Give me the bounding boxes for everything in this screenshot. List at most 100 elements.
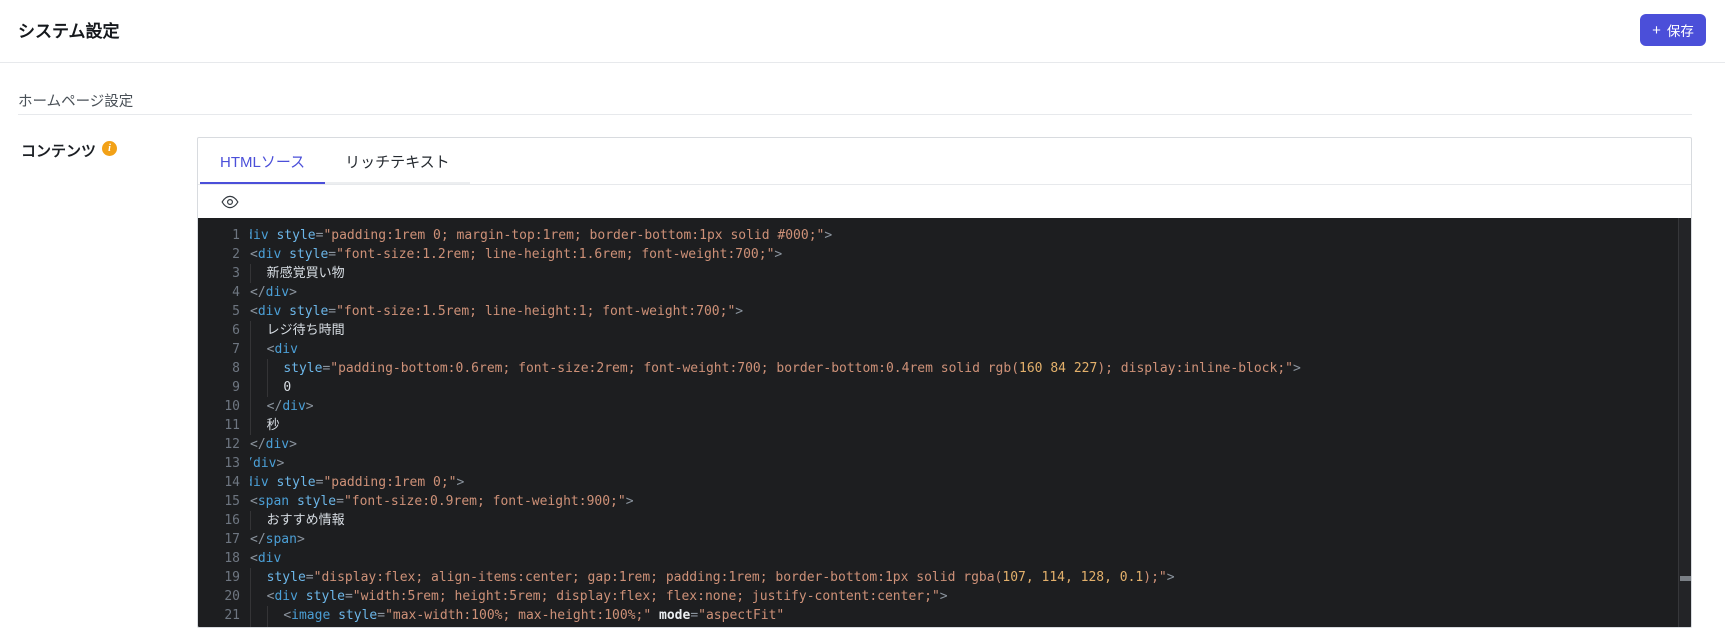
line-content: style="padding-bottom:0.6rem; font-size:… xyxy=(240,359,1301,378)
code-editor[interactable]: 1div style="padding:1rem 0; margin-top:1… xyxy=(198,218,1691,627)
line-content: <span style="font-size:0.9rem; font-weig… xyxy=(250,494,634,509)
code-line[interactable]: 6 レジ待ち時間 xyxy=(198,321,1691,340)
content-editor-panel: HTMLソース リッチテキスト 1div style="padding:1rem… xyxy=(197,137,1692,628)
code-line[interactable]: 11 秒 xyxy=(198,416,1691,435)
line-content: </span> xyxy=(250,532,305,547)
line-content: <div xyxy=(250,551,282,566)
line-number: 1 xyxy=(232,228,240,243)
plus-icon: + xyxy=(1652,21,1661,39)
indent-guide xyxy=(250,606,267,625)
line-content: div style="padding:1rem 0; margin-top:1r… xyxy=(240,226,832,245)
code-line[interactable]: 22 src="https://cbu-fnt-store-bucket-int… xyxy=(198,625,1691,627)
tab-rich-text[interactable]: リッチテキスト xyxy=(325,138,470,184)
code-line[interactable]: 7 <div xyxy=(198,340,1691,359)
save-button-label: 保存 xyxy=(1666,24,1694,39)
eye-icon xyxy=(221,195,239,208)
line-number: 3 xyxy=(232,266,240,281)
page-title: システム設定 xyxy=(18,22,120,41)
line-content: </div> xyxy=(250,437,297,452)
line-content: src="https://cbu-fnt-store-bucket-intl.a… xyxy=(240,625,1050,627)
line-content: 0 xyxy=(240,378,291,397)
code-line[interactable]: 17 </span> xyxy=(198,530,1691,549)
indent-guide xyxy=(250,587,267,606)
line-number: 7 xyxy=(232,342,240,357)
indent-guide xyxy=(266,625,284,627)
code-line[interactable]: 16 おすすめ情報 xyxy=(198,511,1691,530)
line-number: 19 xyxy=(224,570,240,585)
editor-toolbar xyxy=(198,185,1691,218)
indent-guide xyxy=(250,416,267,435)
editor-tabs: HTMLソース リッチテキスト xyxy=(198,138,1691,185)
editor-scrollbar-thumb[interactable] xyxy=(1680,576,1691,581)
code-line[interactable]: 18 <div xyxy=(198,549,1691,568)
indent-guide xyxy=(250,340,267,359)
line-content: <image style="max-width:100%; max-height… xyxy=(240,606,784,625)
line-content: style="display:flex; align-items:center;… xyxy=(240,568,1175,587)
code-line[interactable]: 8 style="padding-bottom:0.6rem; font-siz… xyxy=(198,359,1691,378)
indent-guide xyxy=(250,264,267,283)
code-line[interactable]: 19 style="display:flex; align-items:cent… xyxy=(198,568,1691,587)
line-number: 18 xyxy=(224,551,240,566)
line-content: </div> xyxy=(240,397,314,416)
indent-guide xyxy=(250,625,267,627)
system-settings-page: システム設定 + 保存 ホームページ設定 コンテンツ i HTMLソース リッチ… xyxy=(0,0,1725,644)
line-content: div style="padding:1rem 0;"> xyxy=(240,473,464,492)
line-number: 5 xyxy=(232,304,240,319)
line-number: 9 xyxy=(232,380,240,395)
line-number: 2 xyxy=(232,247,240,262)
code-line[interactable]: 13/div> xyxy=(198,454,1691,473)
line-number: 11 xyxy=(224,418,240,433)
code-line[interactable]: 12 </div> xyxy=(198,435,1691,454)
tab-html-source[interactable]: HTMLソース xyxy=(200,138,325,184)
save-button[interactable]: + 保存 xyxy=(1640,14,1706,46)
line-number: 16 xyxy=(224,513,240,528)
line-content: </div> xyxy=(250,285,297,300)
indent-guide xyxy=(250,359,267,378)
line-number: 21 xyxy=(224,608,240,623)
code-line[interactable]: 4 </div> xyxy=(198,283,1691,302)
code-line[interactable]: 2 <div style="font-size:1.2rem; line-heig… xyxy=(198,245,1691,264)
line-content: <div style="font-size:1.2rem; line-heigh… xyxy=(250,247,783,262)
code-line[interactable]: 15 <span style="font-size:0.9rem; font-we… xyxy=(198,492,1691,511)
line-content: 秒 xyxy=(240,416,280,435)
indent-guide xyxy=(250,378,267,397)
line-number: 12 xyxy=(224,437,240,452)
line-number: 17 xyxy=(224,532,240,547)
info-icon[interactable]: i xyxy=(102,141,117,156)
section-title: ホームページ設定 xyxy=(18,94,134,110)
line-number: 6 xyxy=(232,323,240,338)
line-content: <div style="font-size:1.5rem; line-heigh… xyxy=(250,304,744,319)
line-number: 15 xyxy=(224,494,240,509)
content-field-label: コンテンツ xyxy=(21,143,97,160)
editor-scrollbar[interactable] xyxy=(1678,218,1691,627)
line-content: レジ待ち時間 xyxy=(240,321,345,340)
line-number: 13 xyxy=(224,456,240,471)
line-number: 8 xyxy=(232,361,240,376)
code-line[interactable]: 10 </div> xyxy=(198,397,1691,416)
line-content: <div style="width:5rem; height:5rem; dis… xyxy=(240,587,948,606)
code-line[interactable]: 21 <image style="max-width:100%; max-hei… xyxy=(198,606,1691,625)
line-number: 14 xyxy=(224,475,240,490)
line-content: /div> xyxy=(240,454,284,473)
line-content: 新感覚買い物 xyxy=(240,264,345,283)
section-divider xyxy=(18,114,1692,115)
code-line[interactable]: 3 新感覚買い物 xyxy=(198,264,1691,283)
indent-guide xyxy=(250,397,267,416)
code-lines: 1div style="padding:1rem 0; margin-top:1… xyxy=(198,226,1691,627)
indent-guide xyxy=(266,359,284,378)
header-divider xyxy=(0,62,1725,63)
code-line[interactable]: 9 0 xyxy=(198,378,1691,397)
line-content: <div xyxy=(240,340,298,359)
line-content: おすすめ情報 xyxy=(240,511,345,530)
line-number: 22 xyxy=(210,625,240,627)
code-line[interactable]: 5 <div style="font-size:1.5rem; line-heig… xyxy=(198,302,1691,321)
preview-button[interactable] xyxy=(220,192,240,212)
code-line[interactable]: 20 <div style="width:5rem; height:5rem; … xyxy=(198,587,1691,606)
indent-guide xyxy=(250,511,267,530)
line-number: 4 xyxy=(232,285,240,300)
indent-guide xyxy=(250,568,267,587)
code-line[interactable]: 14div style="padding:1rem 0;"> xyxy=(198,473,1691,492)
line-number: 10 xyxy=(224,399,240,414)
indent-guide xyxy=(250,321,267,340)
code-line[interactable]: 1div style="padding:1rem 0; margin-top:1… xyxy=(198,226,1691,245)
